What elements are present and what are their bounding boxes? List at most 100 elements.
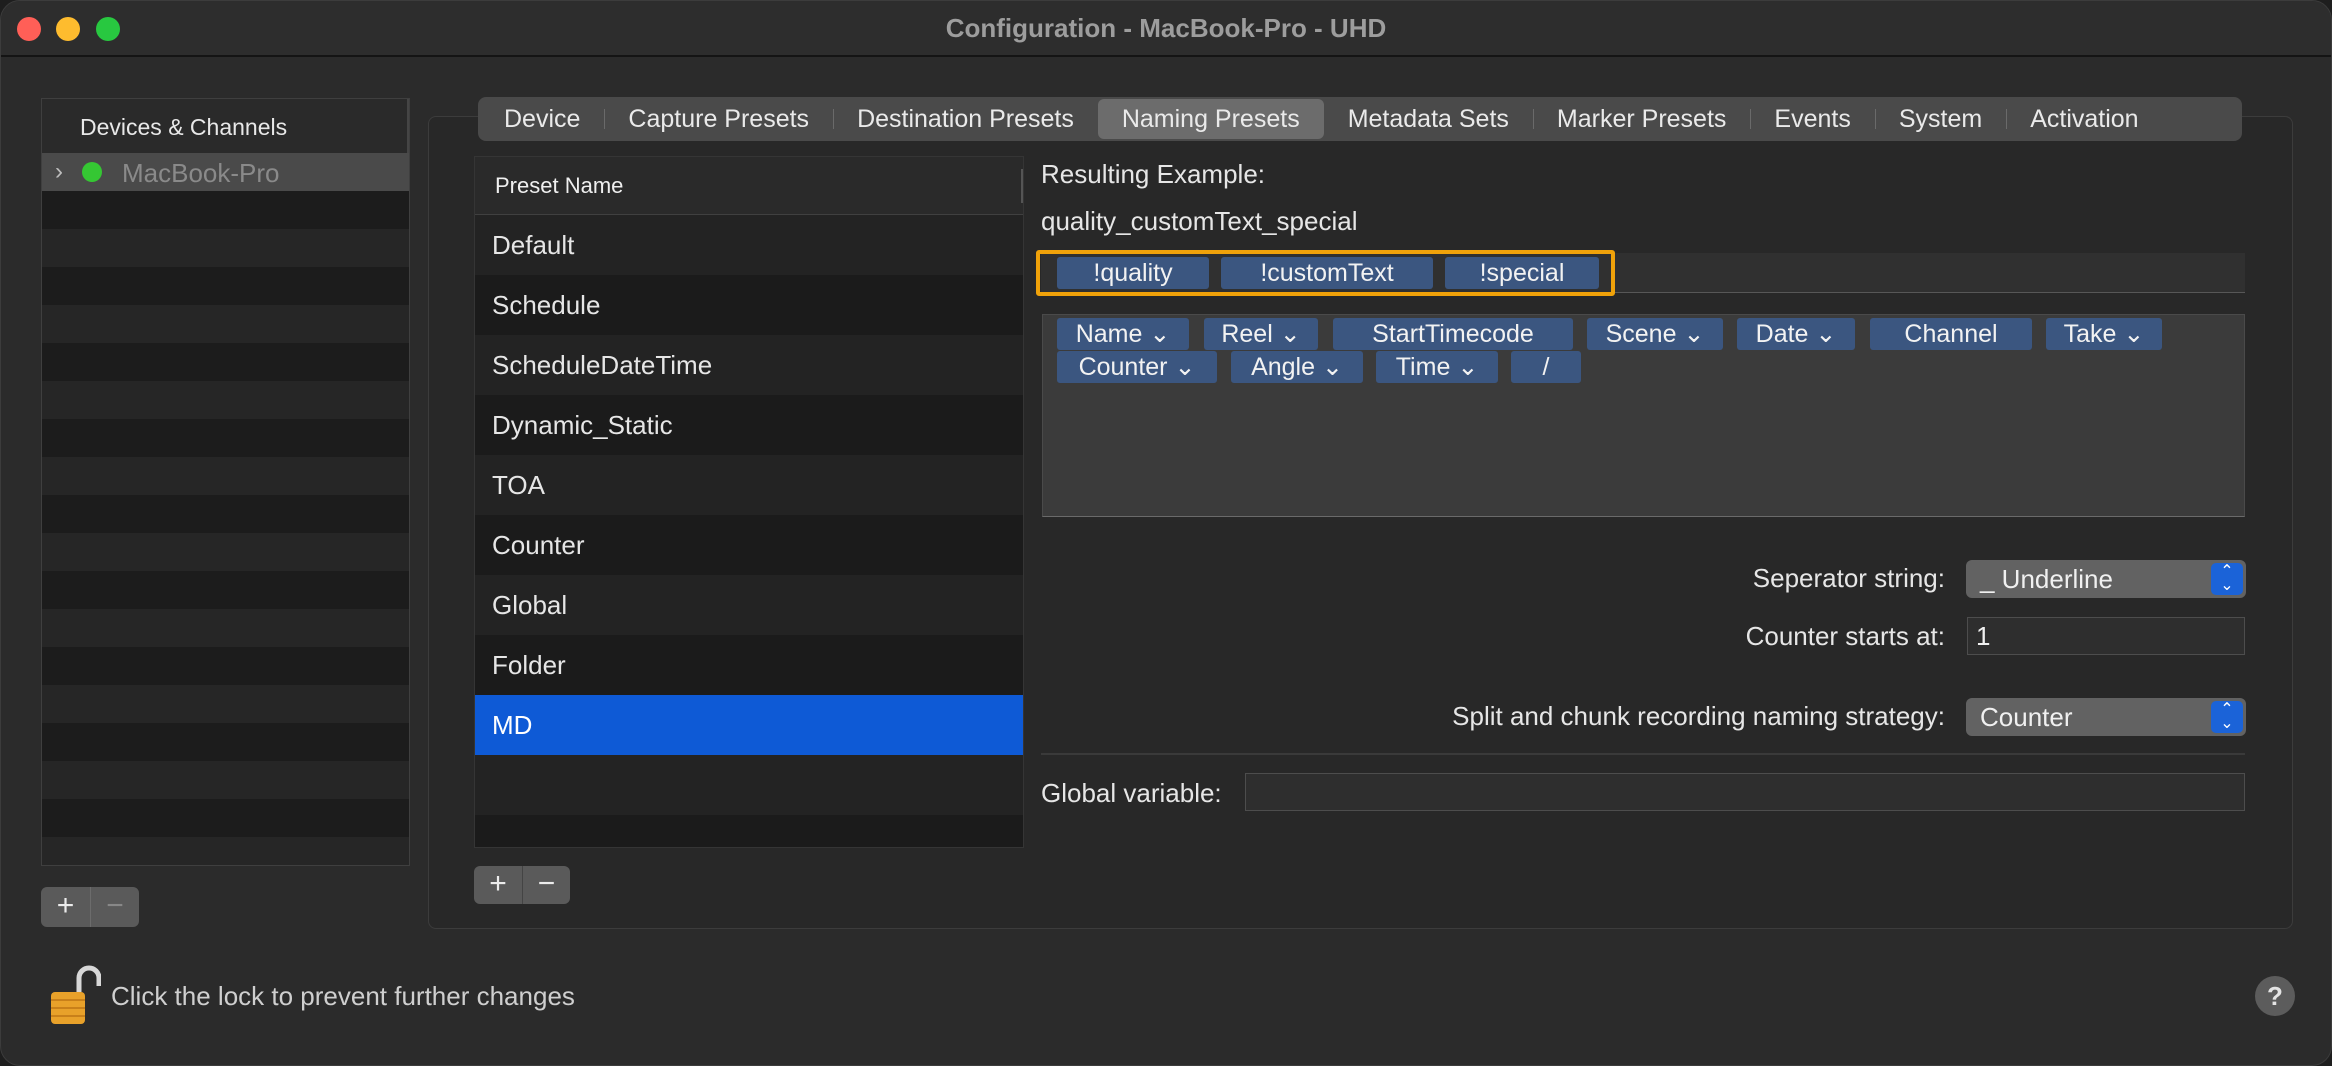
add-device-button[interactable]: +	[41, 887, 90, 927]
split-chunk-strategy-select[interactable]: Counter ⌃ ⌄	[1966, 698, 2246, 736]
palette-token-scene[interactable]: Scene ⌄	[1587, 318, 1723, 350]
palette-token-counter[interactable]: Counter ⌄	[1057, 351, 1217, 383]
preset-name-column-header[interactable]: Preset Name	[475, 157, 1023, 215]
preset-row-schedule[interactable]: Schedule	[475, 275, 1023, 335]
chevron-down-icon: ⌄	[1683, 320, 1705, 348]
chevron-down-icon: ⌄	[1149, 320, 1171, 348]
sidebar-empty-row	[42, 571, 409, 609]
sidebar-empty-row	[42, 419, 409, 457]
sidebar-empty-row	[42, 267, 409, 305]
tab-activation[interactable]: Activation	[2006, 99, 2162, 139]
palette-token-angle[interactable]: Angle ⌄	[1231, 351, 1363, 383]
sidebar-empty-row	[42, 761, 409, 799]
preset-row-counter[interactable]: Counter	[475, 515, 1023, 575]
up-down-chevron-icon: ⌃ ⌄	[2211, 563, 2243, 595]
preset-row-md[interactable]: MD	[475, 695, 1023, 755]
chevron-down-icon: ⌄	[1279, 320, 1301, 348]
sidebar-item-macbook-pro[interactable]: › MacBook-Pro	[42, 153, 409, 191]
sidebar-empty-row	[42, 533, 409, 571]
chevron-down-icon: ⌄	[2123, 320, 2145, 348]
tab-marker-presets[interactable]: Marker Presets	[1532, 99, 1750, 139]
preset-row-toa[interactable]: TOA	[475, 455, 1023, 515]
token-label: Take	[2063, 320, 2117, 348]
unlocked-padlock-icon[interactable]	[49, 964, 101, 1026]
token-label: Scene	[1605, 320, 1677, 348]
preset-row-dynamic-static[interactable]: Dynamic_Static	[475, 395, 1023, 455]
disclosure-chevron-icon[interactable]: ›	[55, 158, 63, 186]
sidebar-empty-row	[42, 343, 409, 381]
sidebar-header: Devices & Channels	[42, 99, 409, 153]
chevron-down-icon: ⌄	[1174, 353, 1196, 381]
sidebar-empty-row	[42, 191, 409, 229]
counter-starts-label: Counter starts at:	[1745, 621, 1945, 651]
chevron-down-icon: ⌄	[1321, 353, 1343, 381]
token-label: Angle	[1251, 353, 1316, 381]
token-label: Reel	[1221, 320, 1273, 348]
preset-row-default[interactable]: Default	[475, 215, 1023, 275]
title-bar: Configuration - MacBook-Pro - UHD	[1, 1, 2331, 57]
tab-system[interactable]: System	[1874, 99, 2006, 139]
palette-token-time[interactable]: Time ⌄	[1376, 351, 1498, 383]
remove-preset-button[interactable]: −	[522, 866, 570, 904]
counter-starts-input[interactable]: 1	[1967, 617, 2245, 655]
sidebar-empty-row	[42, 837, 409, 865]
preset-add-remove-control: + −	[474, 866, 570, 904]
status-dot-icon	[82, 162, 102, 182]
chevron-down-icon: ⌄	[1457, 353, 1479, 381]
preset-row-folder[interactable]: Folder	[475, 635, 1023, 695]
up-down-chevron-icon: ⌃ ⌄	[2211, 701, 2243, 733]
palette-token-name[interactable]: Name ⌄	[1057, 318, 1189, 350]
sidebar-item-label: MacBook-Pro	[122, 158, 280, 188]
token-label: Time	[1395, 353, 1451, 381]
lock-status-text: Click the lock to prevent further change…	[111, 981, 575, 1011]
window-title: Configuration - MacBook-Pro - UHD	[945, 13, 1387, 43]
palette-token-slash[interactable]: /	[1511, 351, 1581, 383]
devices-sidebar: Devices & Channels › MacBook-Pro	[41, 98, 410, 866]
sidebar-empty-row	[42, 381, 409, 419]
add-preset-button[interactable]: +	[474, 866, 522, 904]
sidebar-empty-row	[42, 723, 409, 761]
split-chunk-strategy-value: Counter	[1980, 702, 2073, 732]
separator-string-select[interactable]: _ Underline ⌃ ⌄	[1966, 560, 2246, 598]
resulting-example-label: Resulting Example:	[1041, 159, 1265, 189]
sidebar-empty-row	[42, 609, 409, 647]
tab-capture-presets[interactable]: Capture Presets	[604, 99, 833, 139]
highlight-box	[1036, 250, 1615, 296]
palette-token-starttimecode[interactable]: StartTimecode	[1333, 318, 1573, 350]
tab-bar: Device Capture Presets Destination Prese…	[478, 97, 2242, 141]
preset-empty-row	[475, 815, 1023, 847]
separator-string-label: Seperator string:	[1752, 563, 1945, 593]
sidebar-empty-row	[42, 799, 409, 837]
remove-device-button[interactable]: −	[90, 887, 139, 927]
token-label: Name	[1075, 320, 1143, 348]
sidebar-empty-row	[42, 457, 409, 495]
palette-token-channel[interactable]: Channel	[1870, 318, 2032, 350]
sidebar-add-remove-control: + −	[41, 887, 139, 927]
sidebar-empty-row	[42, 685, 409, 723]
sidebar-empty-row	[42, 647, 409, 685]
preset-table: Preset Name Default Schedule ScheduleDat…	[474, 156, 1024, 848]
sidebar-empty-row	[42, 305, 409, 343]
chevron-down-icon: ⌄	[1815, 320, 1837, 348]
sidebar-empty-row	[42, 495, 409, 533]
sidebar-empty-row	[42, 229, 409, 267]
tab-naming-presets[interactable]: Naming Presets	[1097, 99, 1324, 139]
global-variable-label: Global variable:	[1041, 778, 1222, 808]
split-chunk-strategy-label: Split and chunk recording naming strateg…	[1452, 701, 1945, 731]
palette-token-date[interactable]: Date ⌄	[1737, 318, 1855, 350]
tab-destination-presets[interactable]: Destination Presets	[833, 99, 1098, 139]
palette-token-reel[interactable]: Reel ⌄	[1204, 318, 1318, 350]
global-variable-input[interactable]	[1245, 773, 2245, 811]
preset-row-scheduledatetime[interactable]: ScheduleDateTime	[475, 335, 1023, 395]
separator-string-value: _ Underline	[1980, 564, 2113, 594]
token-label: Date	[1755, 320, 1809, 348]
token-label: Counter	[1078, 353, 1168, 381]
palette-token-take[interactable]: Take ⌄	[2046, 318, 2162, 350]
tab-metadata-sets[interactable]: Metadata Sets	[1324, 99, 1533, 139]
tab-events[interactable]: Events	[1750, 99, 1874, 139]
tab-device[interactable]: Device	[480, 99, 604, 139]
configuration-window: Configuration - MacBook-Pro - UHD Device…	[0, 0, 2332, 1066]
preset-empty-row	[475, 755, 1023, 815]
help-button[interactable]: ?	[2255, 976, 2295, 1016]
preset-row-global[interactable]: Global	[475, 575, 1023, 635]
